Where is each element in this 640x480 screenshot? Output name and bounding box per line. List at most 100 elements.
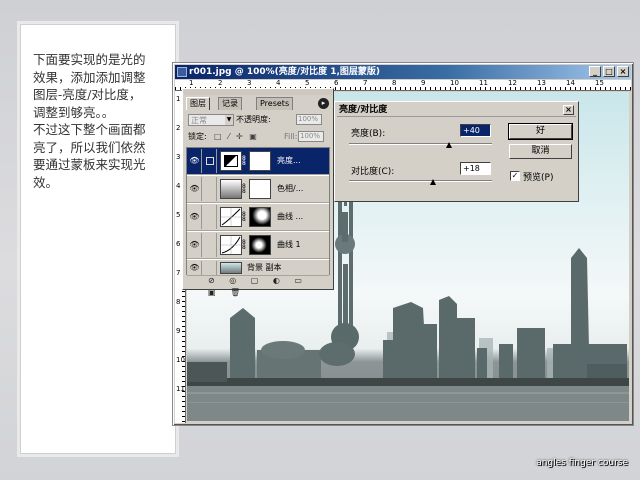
ruler-mark: 8 (392, 79, 397, 87)
caption-paragraph-2: 不过这下整个画面都亮了，所以我们依然要通过蒙板来实现光效。 (33, 122, 146, 190)
minimize-button[interactable]: _ (589, 66, 601, 77)
cancel-button[interactable]: 取消 (509, 144, 572, 159)
layers-palette: 图层 记录 Presets ▸ 正常 ▼ 不透明度: 100% 锁定: □ ⁄ … (182, 88, 334, 297)
chevron-down-icon: ▼ (225, 115, 233, 125)
layer-thumbnail (220, 262, 242, 274)
close-icon[interactable]: × (563, 105, 574, 115)
ruler-mark: 9 (176, 327, 181, 335)
document-title: r001.jpg @ 100%(亮度/对比度 1,图层蒙版) (189, 67, 381, 77)
ruler-mark: 6 (334, 79, 339, 87)
blend-row: 正常 ▼ 不透明度: 100% (186, 114, 330, 127)
ruler-mark: 15 (595, 79, 604, 87)
curves-thumbnail (220, 207, 242, 227)
dialog-title: 亮度/对比度 (339, 105, 388, 115)
ruler-mark: 2 (176, 124, 181, 132)
photoshop-app-icon (177, 67, 187, 77)
link-cell[interactable] (203, 261, 217, 275)
layer-name: 曲线 ... (277, 212, 304, 221)
lock-label: 锁定: (188, 132, 207, 141)
ruler-mark: 14 (566, 79, 575, 87)
mask-thumbnail (249, 179, 271, 199)
layer-list: 👁 88 亮度... 👁 88 色相/... 👁 88 曲线 ... 👁 8 8… (186, 147, 330, 276)
layer-name: 曲线 1 (277, 240, 301, 249)
preview-checkbox[interactable]: ✓ (510, 171, 520, 181)
ruler-mark: 9 (421, 79, 426, 87)
contrast-input[interactable]: +18 (460, 162, 491, 175)
layer-name: 背景 副本 (247, 263, 282, 272)
ruler-mark: 11 (479, 79, 488, 87)
brush-icon (206, 157, 214, 165)
lock-options-icons[interactable]: □ ⁄ ✛ ▣ (214, 131, 259, 143)
eye-icon[interactable]: 👁 (188, 149, 202, 173)
ruler-mark: 3 (176, 153, 181, 161)
brightness-contrast-dialog: 亮度/对比度 × 亮度(B): +40 对比度(C): +18 好 取消 ✓ 预… (334, 101, 579, 202)
ruler-mark: 1 (176, 95, 181, 103)
dialog-titlebar[interactable]: 亮度/对比度 × (337, 104, 576, 117)
ruler-mark: 1 (189, 79, 194, 87)
ruler-mark: 2 (218, 79, 223, 87)
contrast-slider-track[interactable] (349, 180, 492, 182)
link-cell[interactable] (203, 149, 217, 173)
ruler-mark: 11 (176, 385, 185, 393)
brightness-slider-thumb[interactable] (446, 142, 452, 148)
brightness-slider-track[interactable] (349, 143, 492, 145)
eye-icon[interactable]: 👁 (188, 261, 202, 275)
palette-grip[interactable] (184, 90, 332, 95)
eye-icon[interactable]: 👁 (188, 233, 202, 257)
ok-button[interactable]: 好 (508, 123, 573, 140)
ruler-mark: 4 (176, 182, 181, 190)
mask-thumbnail (249, 151, 271, 171)
palette-menu-arrow-icon[interactable]: ▸ (318, 98, 329, 109)
layer-row[interactable]: 👁 88 曲线 ... (187, 204, 329, 231)
tab-presets[interactable]: Presets (256, 97, 294, 110)
opacity-label: 不透明度: (236, 115, 271, 124)
eye-icon[interactable]: 👁 (188, 205, 202, 229)
ruler-mark: 5 (176, 211, 181, 219)
ruler-mark: 10 (176, 356, 185, 364)
ruler-mark: 6 (176, 240, 181, 248)
adjustment-thumbnail (220, 179, 242, 199)
link-cell[interactable] (203, 177, 217, 201)
caption-paragraph-1: 下面要实现的是光的效果，添加添加调整图层-亮度/对比度，调整到够亮。。 (33, 52, 146, 120)
link-cell[interactable] (203, 205, 217, 229)
layer-row[interactable]: 👁 88 曲线 1 (187, 232, 329, 259)
course-credit: angles finger course (536, 458, 628, 468)
chain-link-icon: 88 (242, 155, 246, 167)
opacity-field[interactable]: 100% (296, 114, 322, 125)
ruler-mark: 3 (247, 79, 252, 87)
layer-name: 色相/... (277, 184, 304, 193)
tab-layers[interactable]: 图层 (186, 97, 210, 110)
link-cell[interactable] (203, 233, 217, 257)
caption-card: 下面要实现的是光的效果，添加添加调整图层-亮度/对比度，调整到够亮。。 不过这下… (20, 24, 176, 454)
contrast-label: 对比度(C): (351, 167, 395, 177)
fill-label: Fill: (284, 132, 298, 141)
brightness-input[interactable]: +40 (460, 124, 491, 137)
maximize-button[interactable]: □ (603, 66, 615, 77)
chain-link-icon: 88 (242, 211, 246, 223)
palette-bottom-icons[interactable]: ⊘ ◎ ▢ ◐ ▭ ▣ 🗑 (186, 275, 330, 297)
document-titlebar[interactable]: r001.jpg @ 100%(亮度/对比度 1,图层蒙版) _ □ × (175, 65, 631, 79)
ruler-mark: 7 (176, 269, 181, 277)
eye-icon[interactable]: 👁 (188, 177, 202, 201)
layer-row[interactable]: 👁 88 亮度... (187, 148, 329, 175)
chain-link-icon: 88 (242, 239, 246, 251)
adjustment-thumbnail (220, 151, 242, 171)
tab-history[interactable]: 记录 (218, 97, 242, 110)
layer-row[interactable]: 👁 背景 副本 (187, 260, 329, 276)
fill-field[interactable]: 100% (298, 131, 324, 142)
brightness-label: 亮度(B): (351, 129, 386, 139)
close-window-button[interactable]: × (617, 66, 629, 77)
ruler-mark: 8 (176, 298, 181, 306)
blend-mode-select[interactable]: 正常 ▼ (188, 114, 234, 126)
mask-thumbnail (249, 207, 271, 227)
layer-name: 亮度... (277, 156, 301, 165)
contrast-slider-thumb[interactable] (430, 179, 436, 185)
layer-row[interactable]: 👁 88 色相/... (187, 176, 329, 203)
lock-row: 锁定: □ ⁄ ✛ ▣ Fill: 100% (186, 131, 330, 144)
preview-label: 预览(P) (523, 173, 554, 183)
ruler-mark: 10 (450, 79, 459, 87)
chain-link-icon: 88 (242, 183, 246, 195)
ruler-mark: 5 (305, 79, 310, 87)
ruler-mark: 12 (508, 79, 517, 87)
mask-thumbnail (249, 235, 271, 255)
